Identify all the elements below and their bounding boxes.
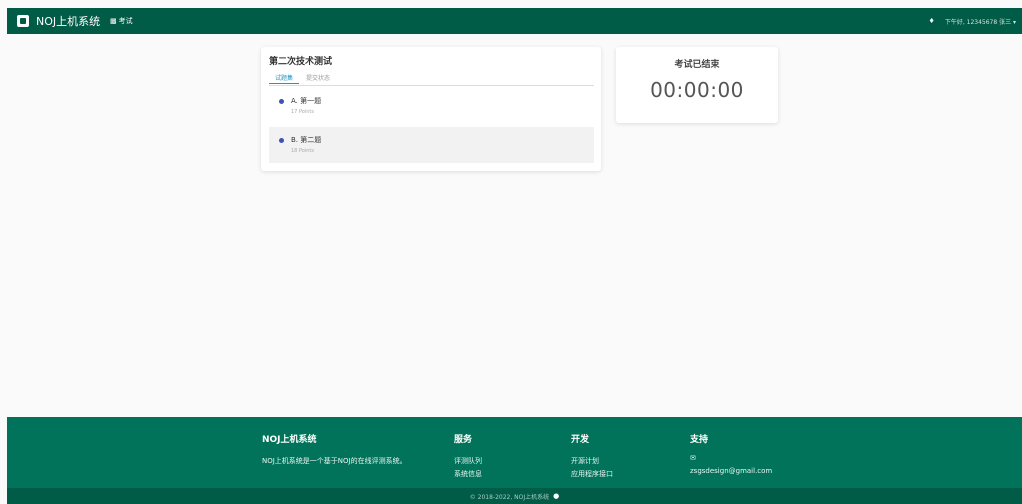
problem-tabs: 试题集 提交状态 <box>268 72 594 86</box>
logo-icon <box>17 15 29 27</box>
footer-services-heading: 服务 <box>454 435 473 445</box>
nav-exam-label: 考试 <box>118 17 133 25</box>
problem-title[interactable]: B. 第二题 <box>291 135 321 145</box>
github-icon[interactable]: ● <box>553 492 559 500</box>
footer-support-email[interactable]: zsgsdesign@gmail.com <box>690 467 772 475</box>
bell-icon[interactable]: ♦ <box>929 17 935 25</box>
mail-icon: ✉ <box>690 454 696 462</box>
problem-points: 17 Points <box>291 109 314 115</box>
timer-title: 考试已结束 <box>674 60 720 70</box>
copyright-bar: © 2018-2022, NOJ上机系统 ● <box>7 488 1022 504</box>
problem-row[interactable]: B. 第二题 18 Points <box>269 127 594 163</box>
user-menu[interactable]: 下午好, 12345678 张三 ▾ <box>945 17 1016 26</box>
exam-title: 第二次技术测试 <box>269 57 333 67</box>
brand-link[interactable]: NOJ上机系统 <box>17 8 100 34</box>
footer-develop-heading: 开发 <box>571 435 590 445</box>
nav-exam-link[interactable]: ▩ 考试 <box>110 8 133 34</box>
status-dot-icon <box>279 138 284 143</box>
footer-support-heading: 支持 <box>690 435 709 445</box>
problem-points: 18 Points <box>291 148 314 154</box>
problem-row[interactable]: A. 第一题 17 Points <box>269 92 594 128</box>
footer-link-open-source[interactable]: 开源计划 <box>571 456 599 466</box>
brand-name: NOJ上机系统 <box>36 15 101 28</box>
footer-about-text: NOJ上机系统是一个基于NOJ的在线评测系统。 <box>262 457 407 465</box>
countdown-timer: 00:00:00 <box>650 78 744 102</box>
nav-user-area: ♦ 下午好, 12345678 张三 ▾ <box>929 8 1016 34</box>
tab-submission-status[interactable]: 提交状态 <box>306 73 330 82</box>
footer-link-judge-queue[interactable]: 评测队列 <box>454 456 482 466</box>
footer-about-heading: NOJ上机系统 <box>262 435 317 445</box>
timer-card: 考试已结束 00:00:00 <box>616 47 778 123</box>
copyright-text: © 2018-2022, NOJ上机系统 <box>469 493 550 501</box>
site-footer: NOJ上机系统 NOJ上机系统是一个基于NOJ的在线评测系统。 服务 评测队列 … <box>7 417 1022 488</box>
top-navbar: NOJ上机系统 ▩ 考试 ♦ 下午好, 12345678 张三 ▾ <box>7 8 1022 34</box>
status-dot-icon <box>279 99 284 104</box>
tab-problem-set[interactable]: 试题集 <box>268 73 300 84</box>
footer-link-api[interactable]: 应用程序接口 <box>571 469 613 479</box>
problem-title[interactable]: A. 第一题 <box>291 96 321 106</box>
footer-link-system-info[interactable]: 系统信息 <box>454 469 482 479</box>
book-icon: ▩ <box>110 17 117 25</box>
